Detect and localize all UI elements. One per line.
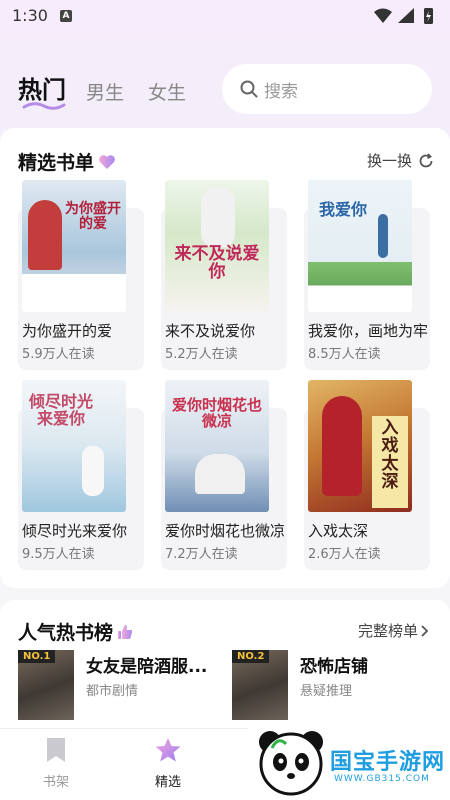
- book-readers: 5.2万人在读: [165, 347, 238, 362]
- rank-cover: NO.2: [232, 650, 288, 720]
- book-cover: 入戏太深: [308, 380, 412, 512]
- ranking-item[interactable]: NO.2 恐怖店铺 悬疑推理: [232, 650, 432, 720]
- cover-footer: [22, 274, 126, 312]
- bookmark-icon: [47, 738, 65, 762]
- book-name: 入戏太深: [308, 522, 369, 540]
- cover-title: 倾尽时光来爱你: [28, 392, 93, 428]
- tab-boys[interactable]: 男生: [86, 78, 124, 105]
- notification-a-icon: A: [60, 10, 72, 22]
- book-readers: 5.9万人在读: [22, 347, 95, 362]
- book-name: 倾尽时光来爱你: [22, 522, 128, 540]
- refresh-icon: [419, 152, 433, 167]
- rank-title: 恐怖店铺: [300, 657, 368, 677]
- star-icon: [155, 738, 181, 762]
- search-placeholder: 搜索: [264, 81, 298, 102]
- chevron-right-icon: [421, 624, 429, 637]
- book-cover: 倾尽时光来爱你: [22, 380, 126, 512]
- watermark-url: WWW.GB315.COM: [334, 774, 430, 784]
- nav-bookshelf-label: 书架: [42, 775, 69, 790]
- cover-figure: [322, 396, 362, 496]
- book-name: 来不及说爱你: [165, 322, 256, 340]
- nav-bookshelf[interactable]: 书架: [26, 737, 86, 790]
- book-cover: 为你盛开的爱: [22, 180, 126, 312]
- book-card[interactable]: 爱你时烟花也微凉 爱你时烟花也微凉 7.2万人在读: [161, 380, 287, 576]
- book-cover: 爱你时烟花也微凉: [165, 380, 269, 512]
- book-readers: 7.2万人在读: [165, 547, 238, 562]
- book-name: 我爱你，画地为牢: [308, 322, 429, 340]
- cover-title: 为你盛开的爱: [65, 201, 121, 232]
- refresh-button[interactable]: 换一换: [367, 150, 434, 171]
- featured-title: 精选书单: [18, 152, 95, 174]
- ranking-title: 人气热书榜: [18, 622, 114, 644]
- status-time: 1:30: [12, 6, 48, 25]
- rank-title: 女友是陪酒服...: [86, 657, 208, 677]
- heart-icon: [98, 153, 116, 175]
- book-readers: 2.6万人在读: [308, 547, 381, 562]
- nav-featured[interactable]: 精选: [138, 737, 198, 790]
- status-bar: 1:30 A: [0, 0, 450, 32]
- watermark-text: 国宝手游网: [330, 750, 446, 775]
- featured-title-row: 精选书单: [18, 148, 116, 175]
- cover-title: 爱你时烟花也微凉: [171, 396, 262, 430]
- rank-genre: 都市剧情: [86, 684, 139, 699]
- wifi-signal-battery-icon: [374, 8, 433, 24]
- rank-cover: NO.1: [18, 650, 74, 720]
- cover-title: 我爱你: [318, 200, 367, 219]
- cover-title: 来不及说爱你: [174, 244, 260, 282]
- book-card[interactable]: 倾尽时光来爱你 倾尽时光来爱你 9.5万人在读: [18, 380, 144, 576]
- nav-featured-label: 精选: [154, 775, 181, 790]
- refresh-label: 换一换: [366, 152, 412, 170]
- book-name: 爱你时烟花也微凉: [165, 522, 286, 540]
- thumbs-up-icon: [117, 623, 133, 645]
- rank-genre: 悬疑推理: [300, 684, 353, 699]
- tab-hot[interactable]: 热门: [18, 70, 66, 105]
- cover-figure: [82, 446, 104, 496]
- rank-badge: NO.1: [18, 650, 56, 663]
- rank-badge: NO.2: [232, 650, 270, 663]
- book-cover: 我爱你: [308, 180, 412, 312]
- book-card[interactable]: 来不及说爱你 来不及说爱你 5.2万人在读: [161, 180, 287, 376]
- tab-active-underline: [22, 102, 66, 110]
- book-cover: 来不及说爱你: [165, 180, 269, 312]
- book-card[interactable]: 入戏太深 入戏太深 2.6万人在读: [304, 380, 430, 576]
- popular-ranking-card: 人气热书榜 完整榜单 NO.1 女友是陪酒服... 都市剧情 NO.2 恐怖店铺…: [0, 600, 450, 730]
- full-ranking-button[interactable]: 完整榜单: [358, 620, 430, 641]
- cover-figure: [195, 454, 245, 494]
- status-icons: [372, 6, 442, 30]
- book-card[interactable]: 为你盛开的爱 为你盛开的爱 5.9万人在读: [18, 180, 144, 376]
- cover-figure: [378, 214, 388, 258]
- search-input[interactable]: 搜索: [222, 64, 432, 114]
- cover-figure: [201, 188, 235, 248]
- book-name: 为你盛开的爱: [22, 322, 113, 340]
- cover-figure: [28, 200, 62, 270]
- tab-girls[interactable]: 女生: [148, 78, 186, 105]
- book-readers: 9.5万人在读: [22, 547, 95, 562]
- full-ranking-label: 完整榜单: [357, 622, 418, 640]
- ranking-item[interactable]: NO.1 女友是陪酒服... 都市剧情: [18, 650, 218, 720]
- search-icon: [240, 80, 258, 98]
- book-readers: 8.5万人在读: [308, 347, 381, 362]
- cover-title: 入戏太深: [381, 418, 399, 492]
- panda-logo-icon: [259, 731, 323, 796]
- watermark: 国宝手游网 WWW.GB315.COM: [248, 724, 450, 800]
- ranking-title-row: 人气热书榜: [18, 618, 133, 645]
- featured-booklist-card: 精选书单 换一换 为你盛开的爱 为你盛开的爱 5.9万人在读 来不及说爱你 来不…: [0, 128, 450, 588]
- book-card[interactable]: 我爱你 我爱你，画地为牢 8.5万人在读: [304, 180, 430, 376]
